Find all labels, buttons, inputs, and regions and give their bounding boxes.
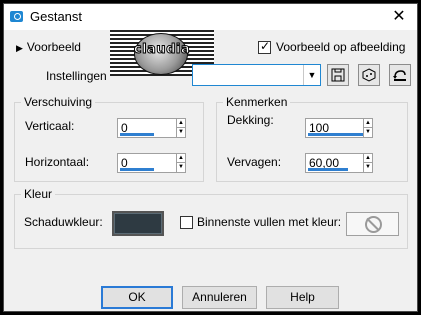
close-button[interactable]: ✕ <box>389 8 409 26</box>
horizontal-slider-bar[interactable] <box>120 168 154 171</box>
spin-down-icon[interactable]: ▼ <box>364 128 372 137</box>
blur-slider-bar[interactable] <box>308 168 348 171</box>
spin-down-icon[interactable]: ▼ <box>364 163 372 172</box>
fill-inner-color-swatch[interactable] <box>346 212 399 236</box>
reset-button[interactable] <box>389 64 411 86</box>
spin-up-icon[interactable]: ▲ <box>364 119 372 128</box>
vertical-spin-arrows[interactable]: ▲ ▼ <box>176 118 186 138</box>
shadow-color-label: Schaduwkleur: <box>24 215 103 229</box>
spin-down-icon[interactable]: ▼ <box>177 128 185 137</box>
spin-up-icon[interactable]: ▲ <box>177 119 185 128</box>
preview-toggle[interactable]: ▶ Voorbeeld <box>16 40 81 54</box>
app-icon <box>10 11 23 22</box>
vertical-spinner[interactable]: 0 ▲ ▼ <box>117 118 186 138</box>
vertical-label: Verticaal: <box>25 119 75 133</box>
horizontal-spin-arrows[interactable]: ▲ ▼ <box>176 153 186 173</box>
spin-up-icon[interactable]: ▲ <box>364 154 372 163</box>
blur-label: Vervagen: <box>227 155 282 169</box>
reset-icon <box>393 70 406 81</box>
properties-group-title: Kenmerken <box>223 95 291 109</box>
fill-inner-checkbox[interactable] <box>180 216 193 229</box>
preview-on-image-checkbox[interactable] <box>258 39 271 54</box>
opacity-slider-bar[interactable] <box>308 133 364 136</box>
settings-label: Instellingen <box>46 69 107 83</box>
fill-inner-label[interactable]: Binnenste vullen met kleur: <box>197 215 341 229</box>
help-button[interactable]: Help <box>266 286 339 309</box>
preview-toggle-label: Voorbeeld <box>26 40 81 54</box>
horizontal-label: Horizontaal: <box>25 155 90 169</box>
save-icon <box>331 68 345 82</box>
offset-group: Verschuiving Verticaal: 0 ▲ ▼ Horizontaa… <box>14 95 204 182</box>
random-button[interactable] <box>358 64 380 86</box>
no-entry-icon <box>365 216 382 233</box>
dice-icon <box>362 68 376 82</box>
opacity-label: Dekking: <box>227 113 274 127</box>
settings-dropdown[interactable]: ▼ <box>192 64 321 86</box>
shadow-color-swatch[interactable] <box>112 211 164 236</box>
expand-triangle-icon: ▶ <box>16 43 23 53</box>
offset-group-title: Verschuiving <box>21 95 96 109</box>
spin-up-icon[interactable]: ▲ <box>177 154 185 163</box>
blur-spinner[interactable]: 60,00 ▲ ▼ <box>305 153 373 173</box>
vertical-slider-bar[interactable] <box>120 133 154 136</box>
ok-button[interactable]: OK <box>101 286 173 309</box>
window-title: Gestanst <box>30 9 83 24</box>
color-group-title: Kleur <box>21 187 56 201</box>
opacity-spinner[interactable]: 100 ▲ ▼ <box>305 118 373 138</box>
opacity-spin-arrows[interactable]: ▲ ▼ <box>363 118 373 138</box>
blur-spin-arrows[interactable]: ▲ ▼ <box>363 153 373 173</box>
spin-down-icon[interactable]: ▼ <box>177 163 185 172</box>
title-bar: Gestanst ✕ <box>4 4 417 30</box>
logo-text: claudia <box>133 42 191 58</box>
preview-on-image-label[interactable]: Voorbeeld op afbeelding <box>276 40 405 54</box>
save-settings-button[interactable] <box>327 64 349 86</box>
horizontal-spinner[interactable]: 0 ▲ ▼ <box>117 153 186 173</box>
chevron-down-icon[interactable]: ▼ <box>303 65 320 85</box>
dialog-window: Gestanst ✕ ▶Voorbeeld claudia Voorbeeld … <box>3 3 418 312</box>
cancel-button[interactable]: Annuleren <box>182 286 257 309</box>
properties-group: Kenmerken Dekking: 100 ▲ ▼ Vervagen: 60,… <box>216 95 408 182</box>
